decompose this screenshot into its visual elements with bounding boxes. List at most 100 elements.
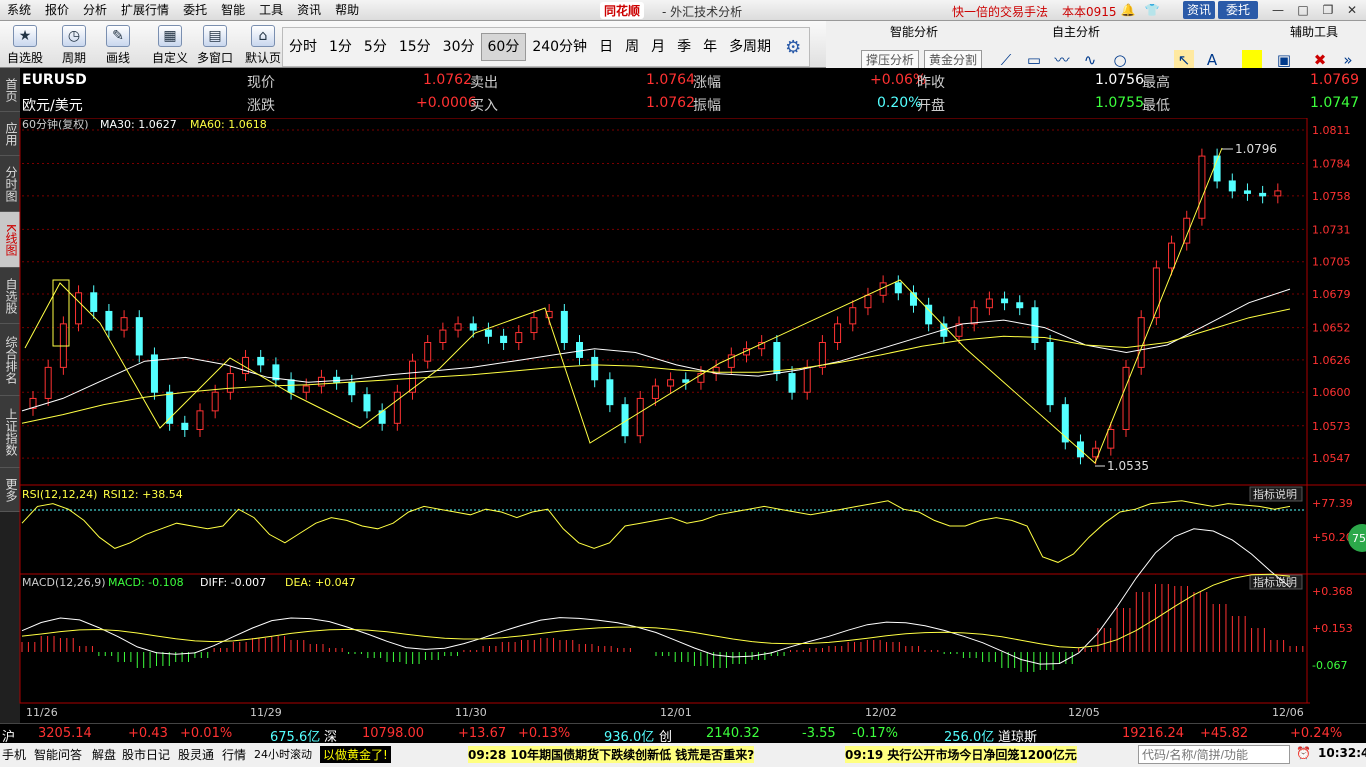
period-selector: 分时 1分 5分 15分 30分 60分 240分钟 日 周 月 季 年 多周期… (282, 27, 811, 67)
period-5m[interactable]: 5分 (358, 34, 393, 60)
rsi-tick-high: +77.39 (1312, 497, 1353, 510)
period-year[interactable]: 年 (697, 34, 723, 60)
gear-icon[interactable]: ⚙ (777, 37, 809, 58)
menu-help[interactable]: 帮助 (328, 0, 366, 21)
annot-low: 1.0535 (1107, 459, 1149, 473)
diff-line (21, 528, 1291, 665)
candle-body (484, 329, 492, 337)
period-1m[interactable]: 1分 (323, 34, 358, 60)
candle-body (818, 342, 826, 368)
more-tools-icon[interactable]: » (1338, 50, 1358, 70)
wave-tool-icon[interactable]: ∿ (1080, 50, 1100, 70)
menu-smart[interactable]: 智能 (214, 0, 252, 21)
minimize-icon[interactable]: — (1268, 2, 1288, 18)
sh-change: +0.43 (128, 726, 168, 741)
aux-tools-header[interactable]: 辅助工具 (1290, 23, 1338, 40)
news-ticker-2[interactable]: 09:19 央行公开市场今日净回笼1200亿元 (845, 746, 1077, 763)
period-15m[interactable]: 15分 (393, 34, 437, 60)
color-picker[interactable] (1242, 50, 1262, 70)
candle-body (560, 310, 568, 344)
period-fenshi[interactable]: 分时 (283, 34, 323, 60)
maximize-icon[interactable]: □ (1293, 2, 1313, 18)
draw-line-button[interactable]: ✎ 画线 (100, 23, 136, 66)
watchlist-button[interactable]: ★ 自选股 (6, 23, 44, 66)
bell-icon[interactable]: 🔔 (1118, 2, 1138, 18)
text-tool-icon[interactable]: A (1202, 50, 1222, 70)
alarm-icon[interactable]: ⏰ (1296, 746, 1311, 760)
candle-body (985, 298, 993, 309)
period-month[interactable]: 月 (645, 34, 671, 60)
default-page-button[interactable]: ⌂ 默认页 (243, 23, 283, 66)
golden-section-button[interactable]: 黄金分割 (924, 50, 983, 70)
badge-text: 75 (1352, 532, 1366, 545)
news-button[interactable]: 资讯 (1183, 1, 1215, 19)
cursor-tool-icon[interactable]: ↖ (1174, 50, 1194, 70)
custom-button[interactable]: ▦ 自定义 (150, 23, 190, 66)
promo-link[interactable]: 快一倍的交易手法 (952, 3, 1048, 20)
candle-body (454, 323, 462, 331)
smart-analysis-header[interactable]: 智能分析 (890, 23, 938, 40)
candle-body (75, 292, 83, 325)
menu-extended[interactable]: 扩展行情 (114, 0, 176, 21)
polyline-tool-icon[interactable]: 〰 (1052, 50, 1072, 70)
multi-window-button[interactable]: ▤ 多窗口 (195, 23, 235, 66)
candle-body (970, 307, 978, 325)
news-ticker-1[interactable]: 09:28 10年期国债期货下跌续创新低 钱荒是否重来? (468, 746, 755, 763)
rect-tool-icon[interactable]: ▭ (1024, 50, 1044, 70)
period-240m[interactable]: 240分钟 (526, 34, 593, 60)
label-change-pct: 涨幅 (693, 75, 721, 91)
candle-body (834, 323, 842, 344)
search-input[interactable] (1138, 745, 1290, 764)
restore-icon[interactable]: ❐ (1318, 2, 1338, 18)
sh-pct: +0.01% (180, 726, 233, 741)
period-30m[interactable]: 30分 (437, 34, 481, 60)
period-quarter[interactable]: 季 (671, 34, 697, 60)
circle-tool-icon[interactable]: ○ (1110, 50, 1130, 70)
dj-change: +45.82 (1200, 726, 1249, 741)
period-60m[interactable]: 60分 (480, 33, 527, 61)
task-diary[interactable]: 股市日记 (122, 746, 170, 763)
task-mobile[interactable]: 手机 (2, 746, 26, 763)
annot-high: 1.0796 (1235, 142, 1277, 156)
value-change: +0.0006 (416, 95, 477, 111)
date-label: 12/02 (865, 706, 897, 719)
tab-home[interactable]: 首页 (0, 68, 20, 112)
sz-change: +13.67 (458, 726, 507, 741)
menu-system[interactable]: 系统 (0, 0, 38, 21)
menu-trade[interactable]: 委托 (176, 0, 214, 21)
candle-body (1168, 242, 1176, 269)
menu-info[interactable]: 资讯 (290, 0, 328, 21)
self-analysis-header[interactable]: 自主分析 (1052, 23, 1100, 40)
price-tick: 1.0705 (1312, 256, 1351, 269)
value-amplitude: 0.20% (877, 95, 922, 111)
period-button[interactable]: ◷ 周期 (54, 23, 94, 66)
menu-tools[interactable]: 工具 (252, 0, 290, 21)
kline-chart[interactable]: 1.0811 1.0784 1.0758 1.0731 1.0705 1.0679 1.06… (0, 118, 1366, 723)
support-resistance-button[interactable]: 撑压分析 (861, 50, 920, 70)
close-icon[interactable]: ✕ (1342, 2, 1362, 18)
task-commentary[interactable]: 解盘 (92, 746, 116, 763)
trade-button[interactable]: 委托 (1218, 1, 1258, 19)
price-tick: 1.0652 (1312, 322, 1351, 335)
task-24h[interactable]: 24小时滚动 (254, 746, 312, 762)
task-stock-tong[interactable]: 股灵通 (178, 746, 214, 763)
period-day[interactable]: 日 (593, 34, 619, 60)
task-smart-qa[interactable]: 智能问答 (34, 746, 82, 763)
candle-body (424, 342, 432, 362)
candle-body (515, 332, 523, 344)
value-prev-close: 1.0756 (1095, 72, 1144, 88)
menu-quote[interactable]: 报价 (38, 0, 76, 21)
candle-body (1076, 441, 1084, 458)
candle-body (576, 342, 584, 358)
period-week[interactable]: 周 (619, 34, 645, 60)
ad-banner[interactable]: 以做黄金了! (320, 746, 391, 763)
save-drawing-icon[interactable]: ▣ (1274, 50, 1294, 70)
rsi-tick-mid: +50.20 (1312, 531, 1353, 544)
menu-analysis[interactable]: 分析 (76, 0, 114, 21)
shirt-icon[interactable]: 👕 (1142, 2, 1162, 18)
line-tool-icon[interactable]: ⟋ (996, 50, 1016, 70)
delete-drawing-icon[interactable]: ✖ (1310, 50, 1330, 70)
task-market[interactable]: 行情 (222, 746, 246, 763)
rsi-label: RSI(12,12,24) (22, 488, 97, 501)
period-multi[interactable]: 多周期 (723, 34, 777, 60)
